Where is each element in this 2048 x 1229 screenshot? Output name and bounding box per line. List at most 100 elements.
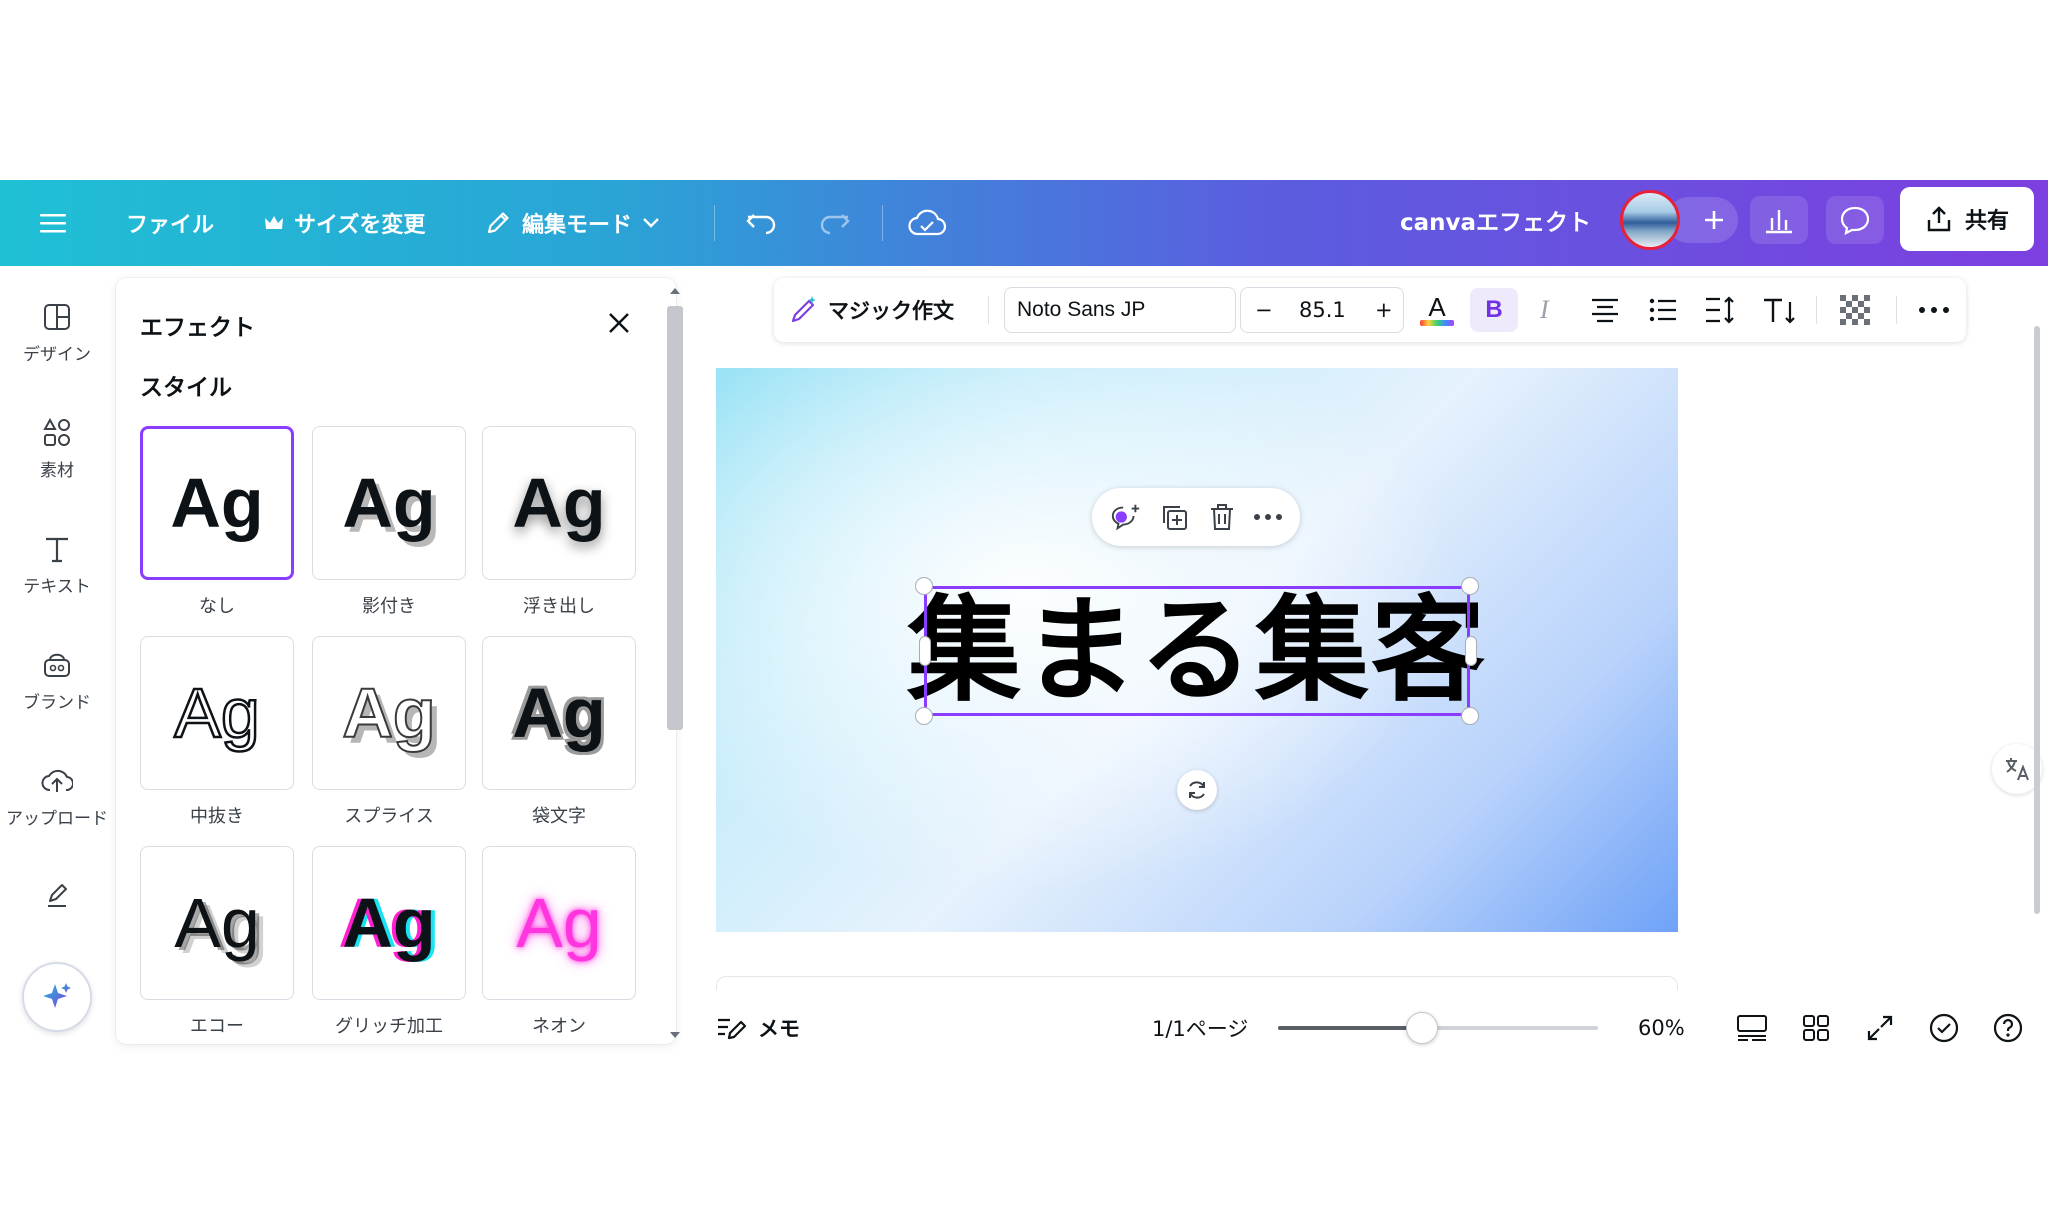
fullscreen-button[interactable] (1866, 1000, 1894, 1056)
next-page-preview[interactable] (716, 976, 1678, 990)
magic-edit-button[interactable] (1110, 501, 1142, 533)
text-color-letter: A (1428, 292, 1446, 322)
brand-icon (44, 653, 70, 677)
sidebar-item-label: 素材 (40, 461, 74, 481)
element-more-button[interactable] (1252, 501, 1284, 533)
divider (988, 296, 989, 324)
resize-handle-top-left[interactable] (915, 577, 933, 595)
bold-button[interactable]: B (1470, 288, 1518, 332)
resize-handle-left[interactable] (919, 636, 931, 666)
zoom-slider-knob[interactable] (1406, 1012, 1438, 1044)
sidebar-item-brand[interactable]: ブランド (0, 650, 114, 713)
style-tile-shadow[interactable]: Ag (312, 426, 466, 580)
magic-write-label: マジック作文 (828, 299, 954, 323)
divider (1816, 296, 1817, 324)
canvas-scrollbar[interactable] (2034, 326, 2040, 914)
share-icon (1927, 206, 1951, 232)
design-icon (44, 304, 70, 330)
help-button[interactable] (1992, 1000, 2024, 1056)
style-tile-none[interactable]: Ag (140, 426, 294, 580)
color-rainbow-icon (1420, 320, 1454, 326)
scrollbar-thumb[interactable] (667, 306, 683, 730)
duplicate-button[interactable] (1158, 501, 1190, 533)
style-tile-neon[interactable]: Ag (482, 846, 636, 1000)
page-view-button[interactable] (1736, 1000, 1768, 1056)
sidebar-item-label: テキスト (23, 577, 91, 597)
style-label: なし (199, 596, 235, 617)
font-size-decrease-button[interactable]: − (1255, 288, 1273, 332)
translate-icon (2006, 758, 2029, 781)
zoom-level[interactable]: 60% (1638, 1000, 1685, 1056)
list-button[interactable] (1648, 278, 1678, 342)
resize-handle-bottom-left[interactable] (915, 707, 933, 725)
hamburger-icon (40, 214, 66, 233)
style-preview: Ag (512, 464, 606, 542)
scroll-up-icon (670, 288, 680, 294)
font-size-input[interactable]: 85.1 (1299, 288, 1346, 332)
style-tile-outline[interactable]: Ag (482, 636, 636, 790)
insights-button[interactable] (1750, 196, 1808, 244)
chevron-down-icon (643, 218, 659, 228)
sidebar-item-draw[interactable] (0, 880, 114, 910)
vertical-text-button[interactable] (1762, 278, 1796, 342)
resize-button[interactable]: サイズを変更 (264, 180, 425, 266)
cloud-save-status[interactable] (908, 180, 946, 266)
notes-button[interactable]: メモ (716, 1000, 800, 1056)
share-button[interactable]: 共有 (1900, 187, 2034, 251)
panel-title: エフェクト (140, 315, 255, 341)
document-title[interactable]: canvaエフェクト (1400, 180, 1591, 266)
style-tile-splice[interactable]: Ag (312, 636, 466, 790)
delete-button[interactable] (1206, 501, 1238, 533)
align-button[interactable] (1590, 278, 1620, 342)
expand-icon (1867, 1015, 1893, 1041)
style-tile-lift[interactable]: Ag (482, 426, 636, 580)
scroll-down-icon (670, 1032, 680, 1038)
italic-button[interactable]: I (1540, 278, 1549, 342)
edit-mode-dropdown[interactable]: 編集モード (484, 180, 660, 266)
element-context-menu (1092, 488, 1300, 546)
font-size-increase-button[interactable]: + (1375, 288, 1393, 332)
more-options-button[interactable] (1918, 278, 1950, 342)
sidebar-item-design[interactable]: デザイン (0, 302, 114, 365)
pencil-icon (487, 212, 509, 234)
sidebar-item-elements[interactable]: 素材 (0, 418, 114, 481)
zoom-slider[interactable] (1278, 1012, 1598, 1044)
magic-assistant-button[interactable] (22, 962, 92, 1032)
sidebar-item-text[interactable]: テキスト (0, 534, 114, 597)
resize-handle-bottom-right[interactable] (1461, 707, 1479, 725)
style-tile-glitch[interactable]: Ag (312, 846, 466, 1000)
undo-icon (746, 214, 776, 235)
editor-footer: メモ 1/1ページ 60% (700, 1000, 2048, 1056)
crown-icon (265, 216, 283, 229)
avatar[interactable] (1620, 190, 1680, 250)
style-tile-echo[interactable]: Ag (140, 846, 294, 1000)
check-button[interactable] (1928, 1000, 1960, 1056)
comments-button[interactable] (1826, 196, 1884, 244)
text-color-button[interactable]: A (1420, 278, 1454, 342)
magic-write-button[interactable]: マジック作文 (788, 278, 954, 342)
rotate-handle[interactable] (1177, 770, 1217, 810)
more-horizontal-icon (1919, 307, 1949, 313)
style-preview: Ag (173, 674, 261, 752)
spacing-button[interactable] (1704, 278, 1736, 342)
redo-icon (820, 214, 850, 235)
resize-handle-top-right[interactable] (1461, 577, 1479, 595)
close-panel-button[interactable] (602, 306, 636, 340)
style-section-title: スタイル (140, 375, 232, 401)
elements-icon (43, 418, 70, 446)
bar-chart-icon (1766, 210, 1792, 234)
style-tile-hollow[interactable]: Ag (140, 636, 294, 790)
main-menu-button[interactable] (40, 180, 66, 266)
transparency-button[interactable] (1840, 278, 1870, 342)
draw-icon (48, 884, 67, 907)
grid-view-button[interactable] (1802, 1000, 1830, 1056)
style-label: 袋文字 (532, 806, 586, 827)
file-menu[interactable]: ファイル (126, 180, 214, 266)
undo-button[interactable] (744, 180, 778, 266)
resize-handle-right[interactable] (1465, 636, 1477, 666)
redo-button[interactable] (818, 180, 852, 266)
panel-scrollbar[interactable] (664, 284, 686, 1044)
page-indicator[interactable]: 1/1ページ (1152, 1000, 1248, 1056)
font-family-select[interactable]: Noto Sans JP (1004, 287, 1236, 333)
sidebar-item-upload[interactable]: アップロード (0, 766, 114, 829)
